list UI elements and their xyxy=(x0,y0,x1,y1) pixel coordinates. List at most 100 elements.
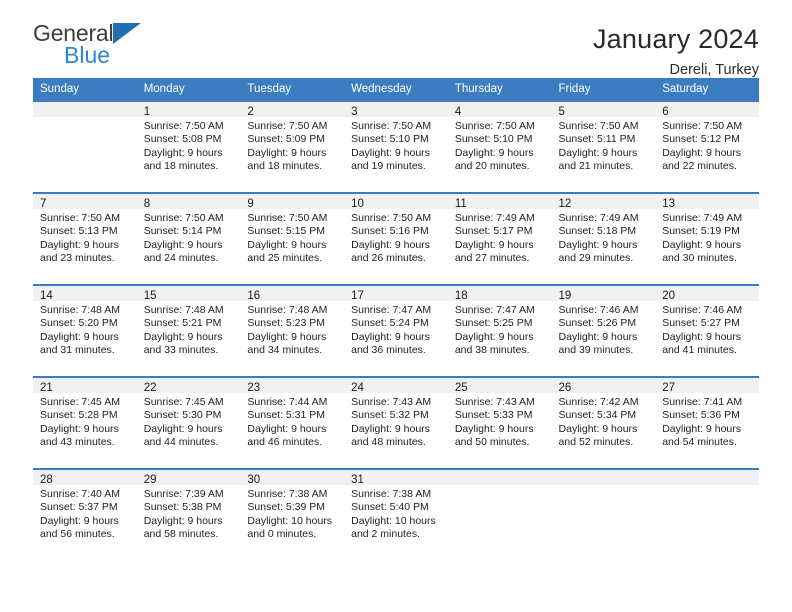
calendar-day-cell[interactable]: 24 Sunrise: 7:43 AM Sunset: 5:32 PM Dayligh… xyxy=(344,376,448,469)
day-details: Sunrise: 7:50 AM Sunset: 5:13 PM Daylight:… xyxy=(33,209,137,266)
calendar-day-cell[interactable]: 10 Sunrise: 7:50 AM Sunset: 5:16 PM Dayligh… xyxy=(344,192,448,285)
day-number: 7 xyxy=(33,194,137,210)
day-number: 20 xyxy=(655,286,759,302)
day-detail-line: Sunrise: 7:50 AM xyxy=(662,120,743,132)
day-detail-line: Sunset: 5:26 PM xyxy=(558,317,637,330)
day-detail-line: Sunrise: 7:43 AM xyxy=(454,396,535,408)
day-number: 6 xyxy=(655,102,759,118)
day-details: Sunrise: 7:50 AM Sunset: 5:10 PM Daylight:… xyxy=(344,117,448,174)
day-detail-line: Sunrise: 7:39 AM xyxy=(143,488,224,500)
day-number: 3 xyxy=(344,102,448,118)
calendar-day-cell[interactable]: 13 Sunrise: 7:49 AM Sunset: 5:19 PM Dayligh… xyxy=(655,192,759,285)
day-detail-line: Sunrise: 7:38 AM xyxy=(351,488,432,500)
calendar-day-cell[interactable]: 29 Sunrise: 7:39 AM Sunset: 5:38 PM Dayligh… xyxy=(136,468,241,566)
calendar-day-cell[interactable]: 19 Sunrise: 7:46 AM Sunset: 5:26 PM Dayligh… xyxy=(551,284,656,377)
calendar-day-cell[interactable]: 9 Sunrise: 7:50 AM Sunset: 5:15 PM Daylight… xyxy=(240,192,345,285)
calendar-day-cell[interactable]: 17 Sunrise: 7:47 AM Sunset: 5:24 PM Dayligh… xyxy=(344,284,448,377)
day-detail-line: and 25 minutes. xyxy=(247,252,323,265)
day-detail-line: Daylight: 9 hours xyxy=(143,514,223,527)
day-detail-line: and 43 minutes. xyxy=(40,436,115,449)
day-details: Sunrise: 7:48 AM Sunset: 5:23 PM Daylight:… xyxy=(240,301,344,358)
day-detail-line: Daylight: 9 hours xyxy=(247,422,327,435)
day-detail-line: Sunset: 5:20 PM xyxy=(40,317,118,330)
calendar-day-cell[interactable]: 14 Sunrise: 7:48 AM Sunset: 5:20 PM Dayligh… xyxy=(33,284,137,377)
day-detail-line: Sunrise: 7:48 AM xyxy=(247,304,328,316)
calendar-day-cell[interactable]: 2 Sunrise: 7:50 AM Sunset: 5:09 PM Daylight… xyxy=(240,100,345,193)
calendar-day-cell[interactable]: 6 Sunrise: 7:50 AM Sunset: 5:12 PM Daylight… xyxy=(655,100,759,193)
day-detail-line: Sunset: 5:28 PM xyxy=(40,409,118,422)
day-detail-line: and 18 minutes. xyxy=(143,160,219,173)
day-detail-line: and 29 minutes. xyxy=(558,252,634,265)
day-detail-line: Sunset: 5:38 PM xyxy=(143,501,222,514)
day-details xyxy=(655,485,759,488)
calendar-week-row: 28 Sunrise: 7:40 AM Sunset: 5:37 PM Dayligh… xyxy=(33,468,759,566)
day-detail-line: Daylight: 9 hours xyxy=(247,330,327,343)
day-detail-line: Sunrise: 7:50 AM xyxy=(351,212,432,224)
day-detail-line: and 22 minutes. xyxy=(662,160,737,173)
day-detail-line: Sunrise: 7:50 AM xyxy=(40,212,120,224)
day-detail-line: Sunrise: 7:40 AM xyxy=(40,488,120,500)
calendar-day-cell[interactable]: 3 Sunrise: 7:50 AM Sunset: 5:10 PM Daylight… xyxy=(344,100,448,193)
logo-word-general: General xyxy=(33,20,114,46)
calendar-day-cell[interactable]: 18 Sunrise: 7:47 AM Sunset: 5:25 PM Dayligh… xyxy=(447,284,552,377)
day-details: Sunrise: 7:41 AM Sunset: 5:36 PM Daylight:… xyxy=(655,393,759,450)
calendar-day-cell[interactable]: 1 Sunrise: 7:50 AM Sunset: 5:08 PM Daylight… xyxy=(136,100,241,193)
day-details: Sunrise: 7:48 AM Sunset: 5:20 PM Daylight:… xyxy=(33,301,137,358)
calendar-day-cell[interactable]: 28 Sunrise: 7:40 AM Sunset: 5:37 PM Dayligh… xyxy=(33,468,137,566)
day-number xyxy=(33,102,137,117)
calendar-header-row: Sunday Monday Tuesday Wednesday Thursday Frid… xyxy=(33,78,759,101)
day-detail-line: Daylight: 9 hours xyxy=(662,238,742,251)
day-detail-line: Sunset: 5:14 PM xyxy=(143,225,222,238)
calendar-day-cell[interactable]: 8 Sunrise: 7:50 AM Sunset: 5:14 PM Daylight… xyxy=(136,192,241,285)
day-details: Sunrise: 7:47 AM Sunset: 5:25 PM Daylight:… xyxy=(448,301,552,358)
calendar-day-cell[interactable]: 20 Sunrise: 7:46 AM Sunset: 5:27 PM Dayligh… xyxy=(655,284,759,377)
day-detail-line: and 41 minutes. xyxy=(662,344,737,357)
day-details: Sunrise: 7:47 AM Sunset: 5:24 PM Daylight:… xyxy=(344,301,448,358)
day-details: Sunrise: 7:50 AM Sunset: 5:09 PM Daylight:… xyxy=(240,117,344,174)
calendar-day-cell[interactable]: 23 Sunrise: 7:44 AM Sunset: 5:31 PM Dayligh… xyxy=(240,376,345,469)
calendar-day-cell[interactable]: 15 Sunrise: 7:48 AM Sunset: 5:21 PM Dayligh… xyxy=(136,284,241,377)
day-detail-line: Daylight: 9 hours xyxy=(662,330,742,343)
day-detail-line: Sunset: 5:08 PM xyxy=(143,133,222,146)
day-detail-line: Daylight: 9 hours xyxy=(454,146,534,159)
calendar-day-cell[interactable]: 11 Sunrise: 7:49 AM Sunset: 5:17 PM Dayligh… xyxy=(447,192,552,285)
calendar-day-cell[interactable]: 16 Sunrise: 7:48 AM Sunset: 5:23 PM Dayligh… xyxy=(240,284,345,377)
general-blue-logo: General Blue xyxy=(33,22,233,72)
day-details xyxy=(33,117,137,120)
calendar-day-cell[interactable]: 26 Sunrise: 7:42 AM Sunset: 5:34 PM Dayligh… xyxy=(551,376,656,469)
calendar-day-cell[interactable]: 25 Sunrise: 7:43 AM Sunset: 5:33 PM Dayligh… xyxy=(447,376,552,469)
day-detail-line: Daylight: 9 hours xyxy=(662,422,742,435)
page-header: General Blue January 2024 Dereli, Turkey xyxy=(33,0,759,79)
calendar-day-cell[interactable]: 31 Sunrise: 7:38 AM Sunset: 5:40 PM Dayligh… xyxy=(344,468,448,566)
calendar-day-cell[interactable]: 30 Sunrise: 7:38 AM Sunset: 5:39 PM Dayligh… xyxy=(240,468,345,566)
day-number xyxy=(655,470,759,485)
day-detail-line: Daylight: 9 hours xyxy=(351,146,430,159)
day-detail-line: Sunrise: 7:49 AM xyxy=(662,212,743,224)
day-detail-line: Sunset: 5:24 PM xyxy=(351,317,429,330)
day-details: Sunrise: 7:49 AM Sunset: 5:19 PM Daylight:… xyxy=(655,209,759,266)
day-detail-line: Sunset: 5:40 PM xyxy=(351,501,429,514)
calendar-day-cell[interactable]: 12 Sunrise: 7:49 AM Sunset: 5:18 PM Dayligh… xyxy=(551,192,656,285)
calendar-day-cell[interactable]: 21 Sunrise: 7:45 AM Sunset: 5:28 PM Dayligh… xyxy=(33,376,137,469)
day-detail-line: and 23 minutes. xyxy=(40,252,115,265)
day-detail-line: Sunrise: 7:50 AM xyxy=(143,120,224,132)
day-detail-line: Daylight: 9 hours xyxy=(454,422,534,435)
day-detail-line: Sunrise: 7:46 AM xyxy=(558,304,639,316)
calendar-day-cell[interactable]: 22 Sunrise: 7:45 AM Sunset: 5:30 PM Dayligh… xyxy=(136,376,241,469)
day-number: 25 xyxy=(447,378,552,394)
weekday-header-tuesday: Tuesday xyxy=(240,78,345,101)
day-number: 24 xyxy=(344,378,448,394)
day-detail-line: Sunrise: 7:47 AM xyxy=(454,304,535,316)
calendar-day-cell[interactable]: 5 Sunrise: 7:50 AM Sunset: 5:11 PM Daylight… xyxy=(551,100,656,193)
day-detail-line: Sunset: 5:33 PM xyxy=(454,409,533,422)
day-details: Sunrise: 7:50 AM Sunset: 5:10 PM Daylight:… xyxy=(448,117,552,174)
day-detail-line: Daylight: 9 hours xyxy=(662,146,742,159)
weekday-header-monday: Monday xyxy=(136,78,241,101)
day-detail-line: Daylight: 9 hours xyxy=(247,146,327,159)
day-number xyxy=(447,470,552,485)
calendar-day-cell[interactable]: 4 Sunrise: 7:50 AM Sunset: 5:10 PM Daylight… xyxy=(447,100,552,193)
day-detail-line: and 33 minutes. xyxy=(143,344,219,357)
day-detail-line: Daylight: 9 hours xyxy=(558,146,638,159)
calendar-day-cell[interactable]: 7 Sunrise: 7:50 AM Sunset: 5:13 PM Daylight… xyxy=(33,192,137,285)
calendar-day-cell[interactable]: 27 Sunrise: 7:41 AM Sunset: 5:36 PM Dayligh… xyxy=(655,376,759,469)
